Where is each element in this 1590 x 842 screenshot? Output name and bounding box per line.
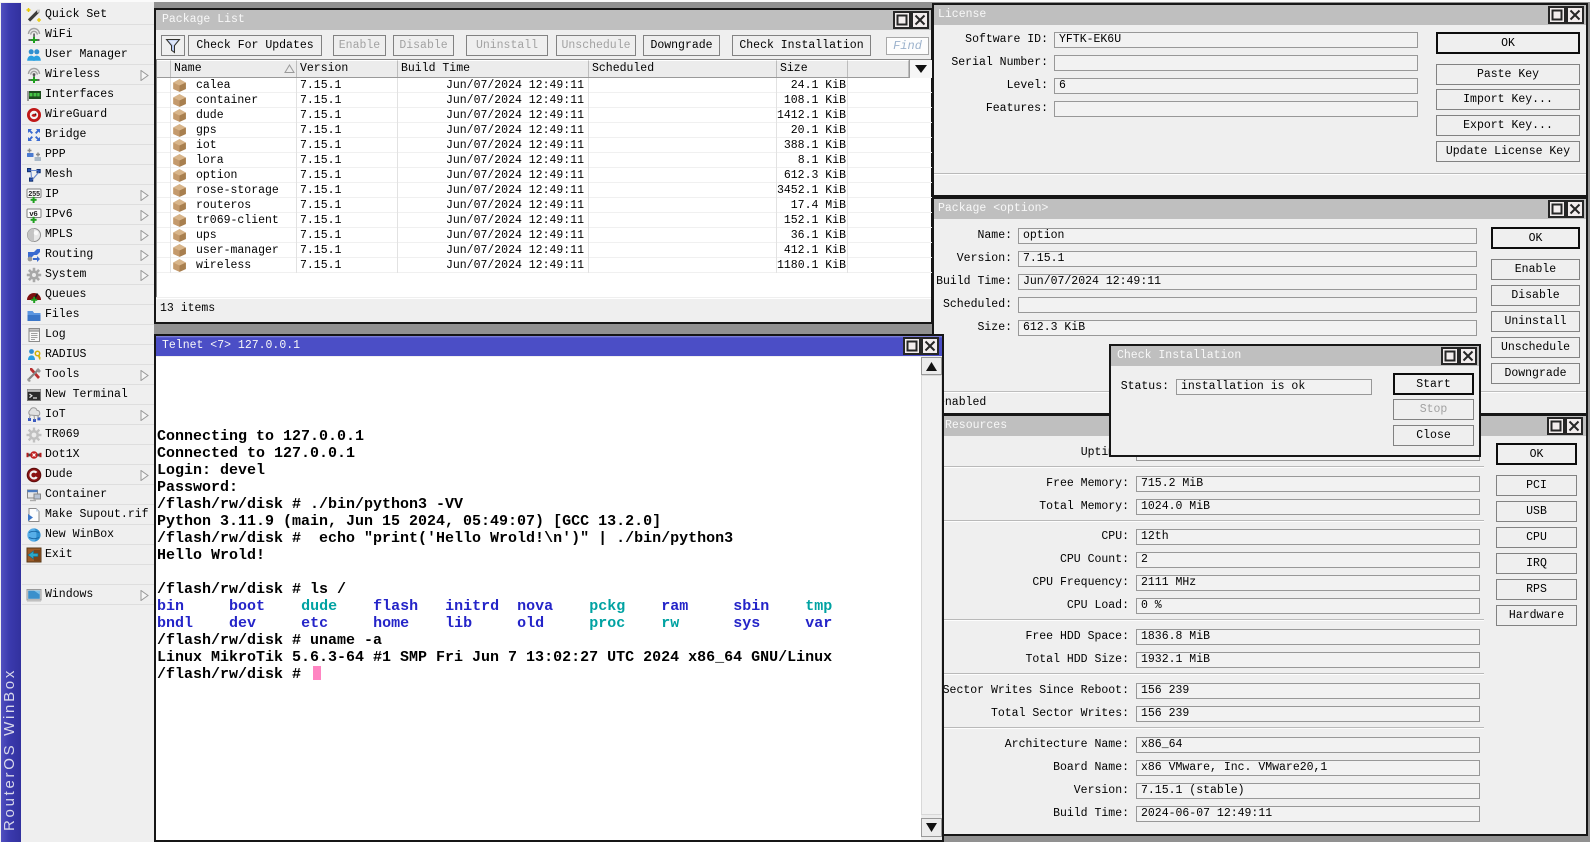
- svg-text:v6: v6: [29, 209, 37, 218]
